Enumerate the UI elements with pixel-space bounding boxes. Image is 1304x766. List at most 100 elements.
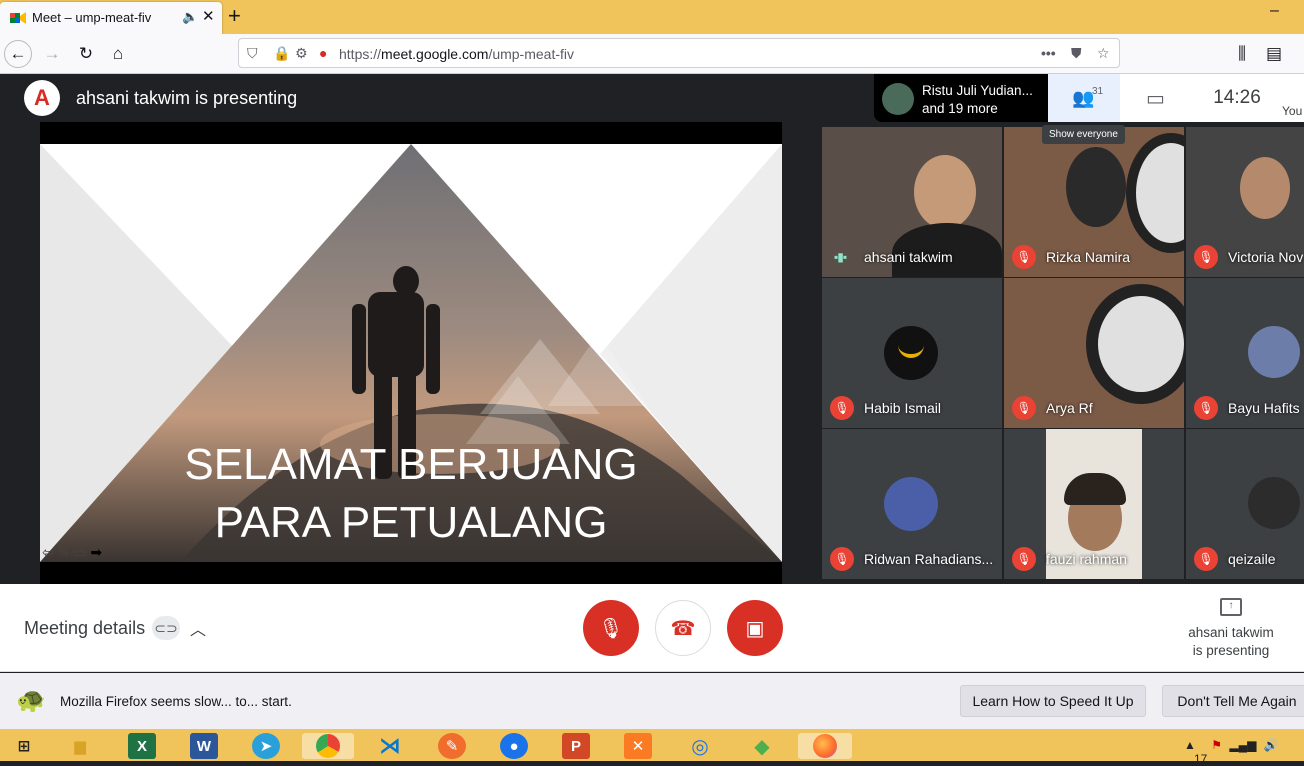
participant-name: Bayu Hafits: [1228, 400, 1300, 416]
new-tab-button[interactable]: +: [228, 3, 241, 29]
firefox-taskbar-button[interactable]: [798, 733, 852, 759]
mic-off-icon: 🎙: [1012, 547, 1036, 571]
participant-video: [1240, 157, 1290, 219]
presenter-logo: A: [24, 80, 60, 116]
shield-icon[interactable]: ⛉: [247, 45, 258, 62]
pocket-icon[interactable]: ⛊: [1071, 45, 1082, 62]
home-button[interactable]: ⌂: [104, 40, 132, 68]
dont-tell-again-button[interactable]: Don't Tell Me Again: [1162, 685, 1304, 717]
permissions-icon[interactable]: ⚙: [295, 45, 308, 62]
address-bar[interactable]: ⛉ 🔒 ⚙ ● https://meet.google.com/ump-meat…: [238, 38, 1120, 68]
diamond-app-icon[interactable]: ◆: [748, 733, 776, 759]
page-actions-menu-icon[interactable]: •••: [1041, 45, 1056, 61]
microphone-icon[interactable]: ●: [319, 45, 327, 61]
presenting-title: ahsani takwim is presenting: [76, 88, 298, 108]
hang-up-icon: ☎: [670, 617, 696, 640]
tab-close-icon[interactable]: ✕: [202, 7, 215, 25]
tray-clock[interactable]: 17: [1194, 752, 1207, 766]
participant-name: Habib Ismail: [864, 400, 942, 416]
browser-tab-meet[interactable]: Meet – ump-meat-fiv 🔈 ✕: [0, 2, 222, 34]
powerpoint-icon[interactable]: P: [562, 733, 590, 759]
meeting-clock: 14:26: [1192, 74, 1282, 122]
notification-text: Mozilla Firefox seems slow... to... star…: [60, 694, 292, 709]
library-icon[interactable]: ⫼: [1228, 40, 1256, 68]
maps-icon[interactable]: ●: [500, 733, 528, 759]
present-screen-icon[interactable]: ↑: [1220, 598, 1242, 616]
mic-off-icon: 🎙: [830, 547, 854, 571]
presenting-status-line1: ahsani takwim: [1188, 625, 1274, 640]
you-label: You: [1282, 74, 1304, 122]
participant-tile[interactable]: 🎙 Rizka Namira: [1004, 127, 1184, 277]
file-explorer-icon[interactable]: ▆: [66, 733, 94, 759]
pen-icon[interactable]: ✎: [58, 544, 70, 560]
participant-name: ahsani takwim: [864, 249, 953, 265]
participant-tile[interactable]: 🎙 Bayu Hafits: [1186, 278, 1304, 428]
slide-title: SELAMAT BERJUANG PARA PETUALANG: [40, 436, 782, 552]
participant-tile[interactable]: 🎙 Victoria Nov: [1186, 127, 1304, 277]
menu-icon[interactable]: ▭: [73, 544, 86, 560]
tray-chevron-icon[interactable]: ▲: [1184, 738, 1196, 752]
firefox-icon: [813, 734, 837, 758]
org-logo-image: [1126, 133, 1184, 253]
show-everyone-tooltip: Show everyone: [1042, 125, 1125, 144]
slide-title-line2: PARA PETUALANG: [214, 498, 608, 547]
learn-speed-button[interactable]: Learn How to Speed It Up: [960, 685, 1146, 717]
attachment-icon[interactable]: ⊂⊃: [152, 616, 180, 640]
start-icon[interactable]: ⊞: [10, 733, 38, 759]
chrome-taskbar-button[interactable]: [302, 733, 354, 759]
mic-off-icon: 🎙: [598, 617, 624, 640]
excel-icon[interactable]: X: [128, 733, 156, 759]
avatar: [1248, 477, 1300, 529]
avatar: [1248, 326, 1300, 378]
people-button[interactable]: 👥 31: [1048, 74, 1120, 122]
forward-button[interactable]: →: [38, 40, 66, 68]
participants-summary[interactable]: Ristu Juli Yudian... and 19 more: [874, 74, 1048, 122]
mic-off-icon: 🎙: [830, 396, 854, 420]
presenting-status[interactable]: ahsani takwim is presenting: [1175, 624, 1287, 660]
participant-tile[interactable]: 🎙 Arya Rf: [1004, 278, 1184, 428]
sidebar-icon[interactable]: ▤: [1260, 40, 1288, 68]
meet-favicon-icon: [10, 12, 26, 24]
participant-video: [1066, 147, 1126, 227]
signal-icon[interactable]: ▂▄▆: [1229, 738, 1256, 752]
word-icon[interactable]: W: [190, 733, 218, 759]
avatar: [884, 326, 938, 380]
volume-icon[interactable]: 🔊: [1264, 738, 1279, 752]
mic-off-icon: 🎙: [1194, 396, 1218, 420]
participant-tile[interactable]: ▪▮▪ ahsani takwim: [822, 127, 1002, 277]
lock-icon[interactable]: 🔒: [273, 45, 290, 62]
minimize-icon[interactable]: –: [1270, 2, 1279, 20]
url-text: https://meet.google.com/ump-meat-fiv: [339, 46, 575, 62]
chevron-up-icon[interactable]: ︿: [190, 616, 206, 640]
mic-off-icon: 🎙: [1012, 245, 1036, 269]
mic-off-icon: 🎙: [1012, 396, 1036, 420]
slide-controls[interactable]: ⇦ ✎ ▭ ➡: [42, 544, 102, 561]
system-tray[interactable]: ▲ ⚑ ▂▄▆ 🔊 17: [1184, 738, 1304, 766]
participant-tile[interactable]: 🎙 Ridwan Rahadians...: [822, 429, 1002, 579]
network-warning-icon[interactable]: ⚑: [1211, 738, 1222, 752]
pen-app-icon[interactable]: ✎: [438, 733, 466, 759]
microphone-toggle-button[interactable]: 🎙: [583, 600, 639, 656]
people-count: 31: [1092, 86, 1104, 97]
chat-button[interactable]: ▭: [1120, 74, 1192, 122]
camera-toggle-button[interactable]: ▣: [727, 600, 783, 656]
xampp-icon[interactable]: ✕: [624, 733, 652, 759]
reload-button[interactable]: ↻: [72, 40, 100, 68]
browser-nav-bar: ← → ↻ ⌂ ⛉ 🔒 ⚙ ● https://meet.google.com/…: [0, 34, 1304, 74]
participant-name: Arya Rf: [1046, 400, 1093, 416]
leave-call-button[interactable]: ☎: [655, 600, 711, 656]
tab-audio-icon[interactable]: 🔈: [182, 9, 198, 25]
participant-tile[interactable]: 🎙 Habib Ismail: [822, 278, 1002, 428]
bookmark-star-icon[interactable]: ☆: [1097, 45, 1110, 62]
participant-tile[interactable]: 🎙 qeizaile: [1186, 429, 1304, 579]
participant-tile[interactable]: 🎙 fauzi rahman: [1004, 429, 1184, 579]
previous-slide-icon[interactable]: ⇦: [42, 544, 54, 560]
back-button[interactable]: ←: [4, 40, 32, 68]
next-slide-icon[interactable]: ➡: [90, 544, 102, 560]
speaking-indicator-icon: ▪▮▪: [834, 250, 847, 264]
meeting-details-button[interactable]: Meeting details: [24, 618, 145, 639]
rings-app-icon[interactable]: ◎: [686, 733, 714, 759]
slide-title-line1: SELAMAT BERJUANG: [184, 440, 638, 489]
telegram-icon[interactable]: ➤: [252, 733, 280, 759]
vscode-icon[interactable]: ⋊: [376, 733, 404, 759]
